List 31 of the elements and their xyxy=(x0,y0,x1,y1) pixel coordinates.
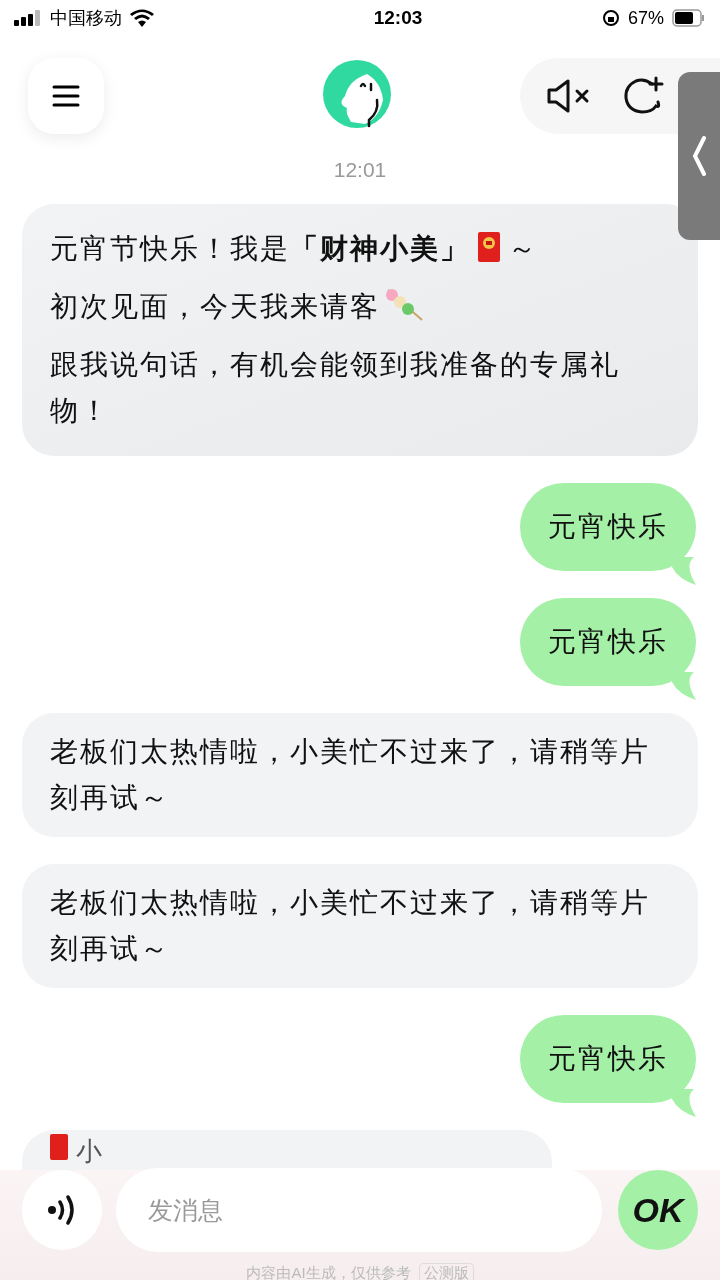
menu-icon xyxy=(52,84,80,108)
envelope-icon xyxy=(478,231,500,262)
rotation-lock-icon xyxy=(601,9,620,27)
bubble-tail xyxy=(672,1088,698,1117)
message-text: 小 xyxy=(76,1134,102,1168)
beta-tag: 公测版 xyxy=(418,1263,474,1280)
wifi-icon xyxy=(130,9,154,27)
new-chat-icon[interactable] xyxy=(622,76,664,116)
clock-time: 12:03 xyxy=(373,5,423,30)
envelope-icon xyxy=(50,1133,68,1160)
battery-icon xyxy=(672,9,706,27)
voice-icon xyxy=(47,1194,77,1226)
chevron-left-icon xyxy=(692,136,706,176)
message-text: 初次见面，今天我来请客 xyxy=(50,290,380,322)
reply-message-bubble: 老板们太热情啦，小美忙不过来了，请稍等片刻再试～ xyxy=(22,712,698,837)
ai-disclaimer: 内容由AI生成，仅供参考 xyxy=(246,1263,411,1280)
menu-button[interactable] xyxy=(28,58,104,134)
message-input[interactable]: 发消息 xyxy=(116,1168,602,1252)
bubble-tail xyxy=(672,556,698,585)
message-timestamp: 12:01 xyxy=(333,157,387,183)
bubble-tail xyxy=(672,671,698,700)
message-text: ～ xyxy=(508,232,538,264)
message-text: 跟我说句话，有机会能领到我准备的专属礼物！ xyxy=(50,348,620,426)
send-button[interactable]: OK xyxy=(618,1170,698,1250)
dango-icon xyxy=(384,287,424,322)
side-panel-tab[interactable] xyxy=(678,72,720,240)
signal-icon xyxy=(14,10,42,26)
carrier-name: 中国移动 xyxy=(50,6,122,30)
battery-percent: 67% xyxy=(627,6,664,30)
reply-message-bubble: 老板们太热情啦，小美忙不过来了，请稍等片刻再试～ xyxy=(22,863,698,988)
message-text: 元宵节快乐！我是「财神小美」 xyxy=(50,232,470,264)
